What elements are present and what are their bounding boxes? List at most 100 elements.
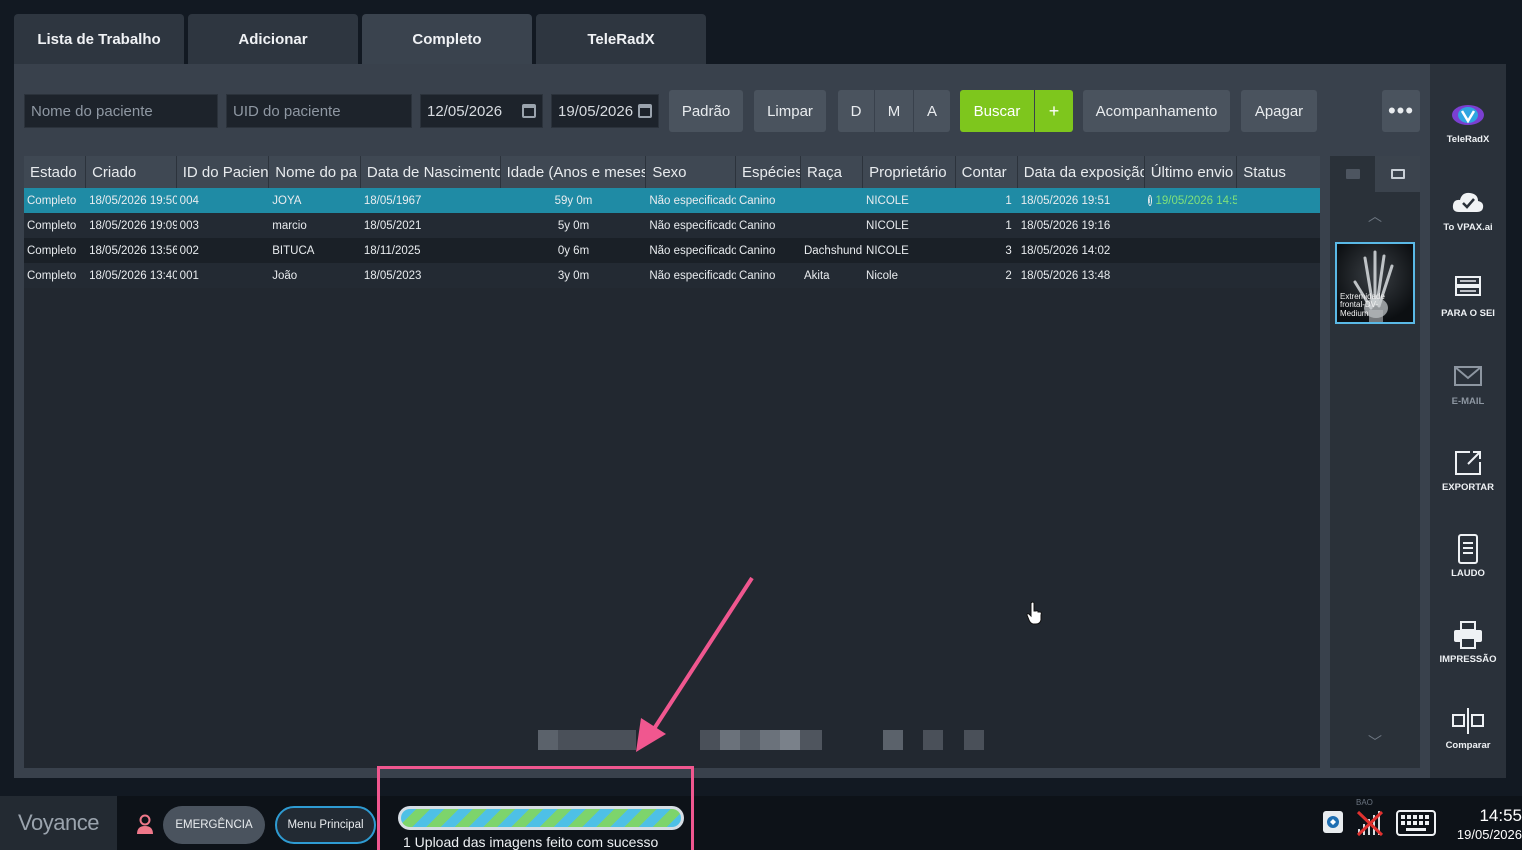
month-button[interactable]: M bbox=[875, 90, 913, 132]
buscar-button[interactable]: Buscar bbox=[960, 90, 1034, 132]
cell-ultimo-envio bbox=[1145, 263, 1238, 288]
cell-idade: 3y 0m bbox=[557, 269, 590, 282]
studies-table: Estado Criado ID do Pacien Nome do pa Da… bbox=[24, 156, 1320, 768]
col-contar[interactable]: Contar bbox=[956, 156, 1018, 188]
limpar-button[interactable]: Limpar bbox=[754, 90, 826, 132]
col-criado[interactable]: Criado bbox=[86, 156, 177, 188]
date-to-value: 19/05/2026 bbox=[558, 102, 634, 120]
cell-idade: 5y 0m bbox=[557, 219, 590, 232]
col-status[interactable]: Status bbox=[1237, 156, 1320, 188]
impressao-action[interactable]: IMPRESSÃO bbox=[1430, 620, 1506, 665]
col-nome[interactable]: Nome do pa bbox=[269, 156, 361, 188]
calendar-icon[interactable] bbox=[638, 104, 652, 118]
cell-proprietario: NICOLE bbox=[866, 219, 909, 232]
email-action[interactable]: E-MAIL bbox=[1430, 362, 1506, 407]
hand-cursor-icon bbox=[1026, 601, 1042, 625]
date-to-field[interactable]: 19/05/2026 bbox=[551, 94, 659, 128]
patient-uid-input[interactable]: UID do paciente bbox=[226, 94, 412, 128]
main-panel: Nome do paciente UID do paciente 12/05/2… bbox=[14, 64, 1430, 778]
cell-raca: Akita bbox=[803, 269, 830, 282]
email-label: E-MAIL bbox=[1451, 396, 1485, 407]
padrao-button[interactable]: Padrão bbox=[669, 90, 743, 132]
thumbnail-label: Extremidade frontal-DV- Medium bbox=[1340, 292, 1385, 319]
user-icon[interactable] bbox=[134, 813, 156, 835]
col-sexo[interactable]: Sexo bbox=[646, 156, 736, 188]
more-options-button[interactable]: ••• bbox=[1382, 90, 1420, 132]
date-from-field[interactable]: 12/05/2026 bbox=[420, 94, 543, 128]
patient-name-input[interactable]: Nome do paciente bbox=[24, 94, 218, 128]
impressao-label: IMPRESSÃO bbox=[1439, 654, 1497, 665]
cell-nome: marcio bbox=[272, 219, 307, 232]
tab-adicionar[interactable]: Adicionar bbox=[188, 14, 358, 64]
laudo-label: LAUDO bbox=[1451, 568, 1485, 579]
col-raca[interactable]: Raça bbox=[801, 156, 864, 188]
info-icon[interactable]: i bbox=[1147, 195, 1152, 206]
col-id[interactable]: ID do Pacien bbox=[177, 156, 270, 188]
year-button[interactable]: A bbox=[914, 90, 950, 132]
folder-icon bbox=[1345, 169, 1360, 179]
laudo-action[interactable]: LAUDO bbox=[1430, 534, 1506, 579]
col-especies[interactable]: Espécies bbox=[736, 156, 801, 188]
cell-nome: BITUCA bbox=[272, 244, 315, 257]
cell-criado: 18/05/2026 13:56 bbox=[89, 244, 177, 257]
tab-teleradx[interactable]: TeleRadX bbox=[536, 14, 706, 64]
report-document-icon bbox=[1458, 534, 1478, 564]
exportar-label: EXPORTAR bbox=[1441, 482, 1495, 493]
cell-criado: 18/05/2026 19:50 bbox=[89, 194, 177, 207]
cell-especie: Canino bbox=[738, 244, 776, 257]
emergencia-button[interactable]: EMERGÊNCIA bbox=[163, 806, 265, 844]
clock-date: 19/05/2026 bbox=[1456, 827, 1522, 842]
acompanhamento-button[interactable]: Acompanhamento bbox=[1083, 90, 1230, 132]
cell-proprietario: NICOLE bbox=[866, 194, 909, 207]
redacted-block bbox=[740, 730, 760, 750]
tab-completo[interactable]: Completo bbox=[362, 14, 532, 64]
table-row[interactable]: Completo 18/05/2026 19:50 004 JOYA 18/05/196… bbox=[24, 188, 1320, 213]
chevron-down-icon[interactable]: ﹀ bbox=[1330, 730, 1420, 754]
redacted-block bbox=[760, 730, 780, 750]
menu-principal-button[interactable]: Menu Principal bbox=[275, 806, 376, 844]
keyboard-icon[interactable] bbox=[1396, 809, 1436, 837]
chevron-up-icon[interactable]: ︿ bbox=[1330, 204, 1420, 228]
calendar-icon[interactable] bbox=[522, 104, 536, 118]
thumbnail-label-line: Medium bbox=[1340, 309, 1369, 319]
col-idade[interactable]: Idade (Anos e meses) bbox=[501, 156, 647, 188]
exportar-action[interactable]: EXPORTAR bbox=[1430, 448, 1506, 493]
redacted-block bbox=[558, 730, 636, 750]
col-estado[interactable]: Estado bbox=[24, 156, 87, 188]
redacted-block bbox=[720, 730, 740, 750]
cell-contar: 1 bbox=[1005, 219, 1012, 232]
email-icon bbox=[1454, 366, 1482, 386]
network-disconnected-icon[interactable] bbox=[1355, 809, 1385, 837]
day-button[interactable]: D bbox=[838, 90, 874, 132]
to-vpax-action[interactable]: To VPAX.ai bbox=[1430, 188, 1506, 233]
para-o-sei-action[interactable]: PARA O SEI bbox=[1430, 274, 1506, 319]
tab-lista-de-trabalho[interactable]: Lista de Trabalho bbox=[14, 14, 184, 64]
redacted-block bbox=[700, 730, 720, 750]
folder-tab[interactable] bbox=[1330, 156, 1375, 192]
cell-nascimento: 18/05/2021 bbox=[363, 219, 422, 232]
col-proprietario[interactable]: Proprietário bbox=[863, 156, 956, 188]
cell-contar: 1 bbox=[1005, 194, 1012, 207]
col-exposicao[interactable]: Data da exposição bbox=[1018, 156, 1145, 188]
remote-support-icon[interactable] bbox=[1321, 809, 1345, 837]
xray-thumbnail[interactable]: Extremidade frontal-DV- Medium bbox=[1335, 242, 1415, 324]
cell-id: 004 bbox=[179, 194, 199, 207]
table-row[interactable]: Completo 18/05/2026 13:40 001 João 18/05/202… bbox=[24, 263, 1320, 288]
table-row[interactable]: Completo 18/05/2026 19:09 003 marcio 18/05/2… bbox=[24, 213, 1320, 238]
redacted-block bbox=[964, 730, 984, 750]
tab-bar: Lista de Trabalho Adicionar Completo Tel… bbox=[14, 14, 706, 64]
cell-id: 001 bbox=[179, 269, 199, 282]
cell-contar: 3 bbox=[1005, 244, 1012, 257]
col-ultimo-envio[interactable]: Último envio bbox=[1145, 156, 1238, 188]
buscar-plus-button[interactable]: + bbox=[1035, 90, 1073, 132]
table-row[interactable]: Completo 18/05/2026 13:56 002 BITUCA 18/11/2… bbox=[24, 238, 1320, 263]
cell-exposicao: 18/05/2026 13:48 bbox=[1020, 269, 1111, 282]
server-icon bbox=[1455, 276, 1481, 296]
cell-idade: 0y 6m bbox=[557, 244, 590, 257]
annotation-highlight-box bbox=[377, 766, 694, 850]
teleradx-action[interactable]: TeleRadX bbox=[1430, 100, 1506, 145]
comparar-action[interactable]: Comparar bbox=[1430, 706, 1506, 751]
apagar-button[interactable]: Apagar bbox=[1241, 90, 1317, 132]
images-tab[interactable] bbox=[1375, 156, 1420, 192]
col-nascimento[interactable]: Data de Nascimento bbox=[361, 156, 501, 188]
